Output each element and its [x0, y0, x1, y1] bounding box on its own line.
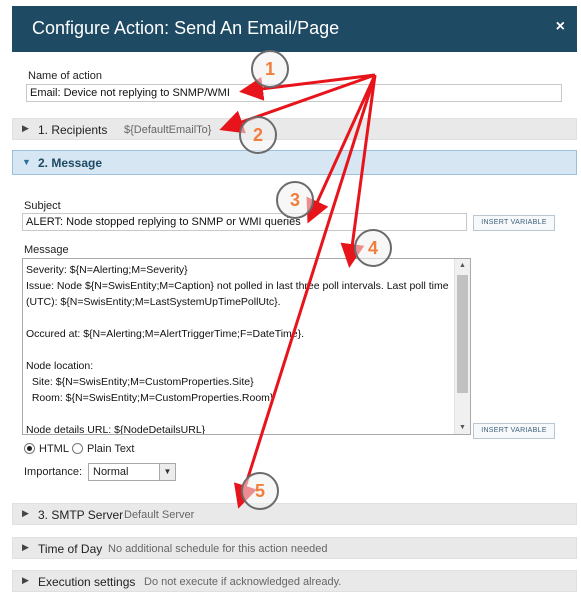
callout-3: 3 [276, 181, 314, 219]
annotation-arrows [219, 73, 377, 509]
callout-5: 5 [241, 472, 279, 510]
callout-2: 2 [239, 116, 277, 154]
callout-4: 4 [354, 229, 392, 267]
callout-1: 1 [251, 50, 289, 88]
